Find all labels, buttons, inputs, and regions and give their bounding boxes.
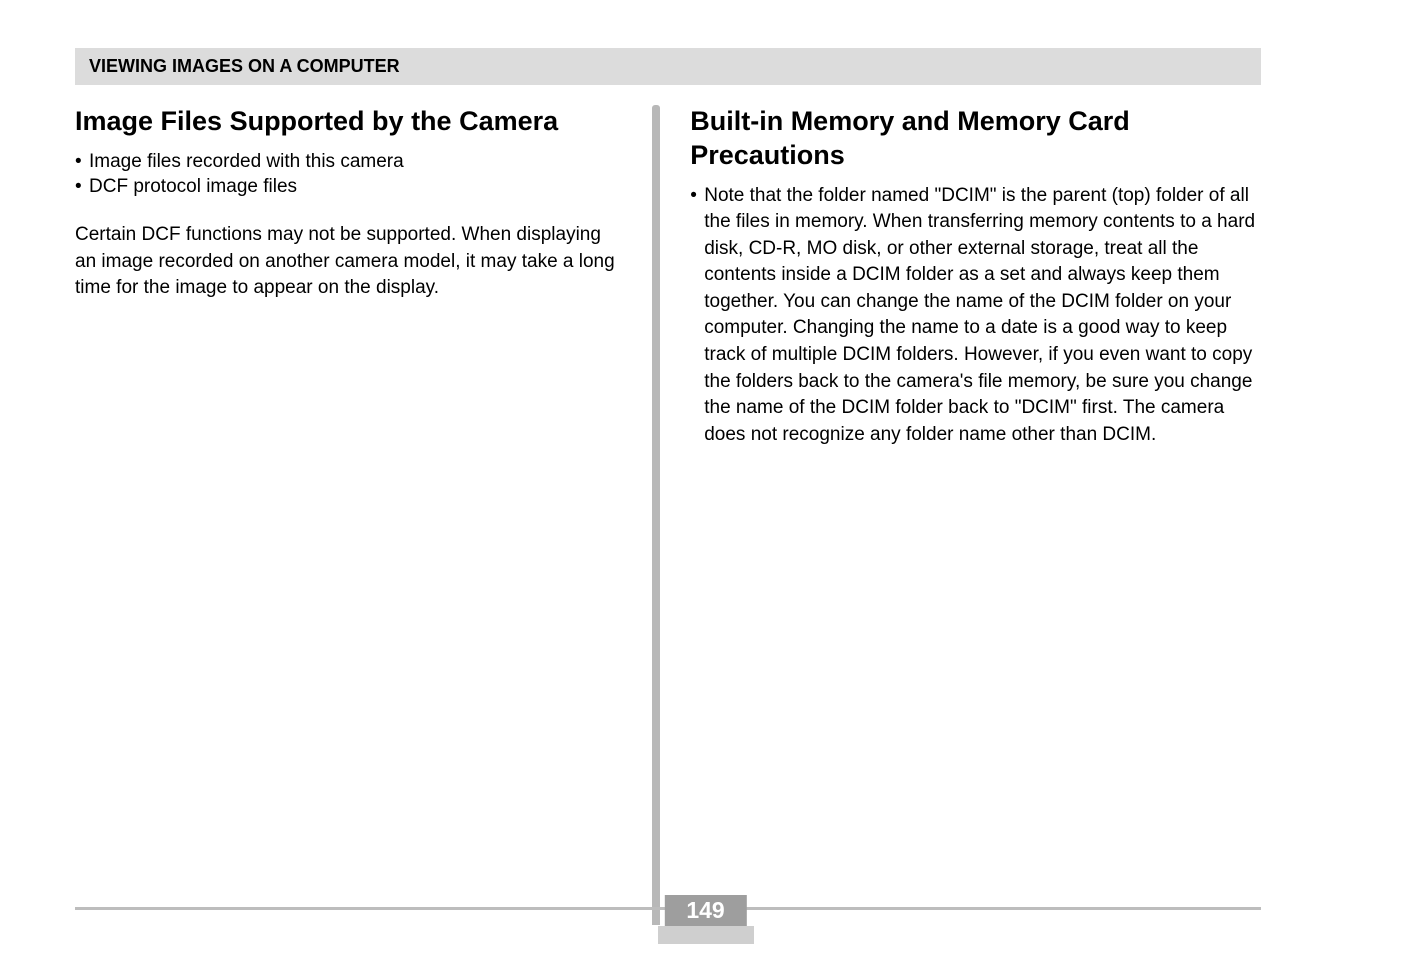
left-column: Image Files Supported by the Camera Imag…: [75, 105, 652, 925]
page-number-shadow: [658, 926, 754, 944]
right-heading: Built-in Memory and Memory Card Precauti…: [690, 105, 1261, 173]
left-paragraph: Certain DCF functions may not be support…: [75, 222, 622, 302]
section-header: VIEWING IMAGES ON A COMPUTER: [75, 48, 1261, 85]
column-divider: [652, 105, 660, 925]
left-bullet-list: Image files recorded with this camera DC…: [75, 149, 622, 200]
page-number-text: 149: [686, 897, 724, 923]
right-column: Built-in Memory and Memory Card Precauti…: [660, 105, 1261, 925]
section-header-text: VIEWING IMAGES ON A COMPUTER: [89, 56, 400, 76]
right-bullet-block: • Note that the folder named "DCIM" is t…: [690, 183, 1261, 449]
list-item: Image files recorded with this camera: [75, 149, 622, 175]
bullet-marker: •: [690, 183, 704, 449]
left-heading: Image Files Supported by the Camera: [75, 105, 622, 139]
page-number: 149: [664, 895, 746, 926]
right-bullet-text: Note that the folder named "DCIM" is the…: [704, 183, 1261, 449]
list-item: DCF protocol image files: [75, 174, 622, 200]
